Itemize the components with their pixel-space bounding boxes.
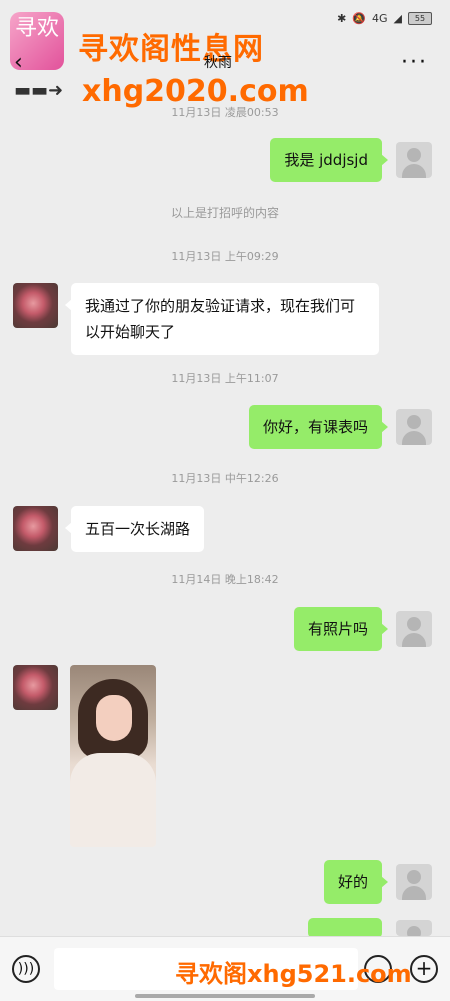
message-bubble-sent[interactable]: 有照片吗 — [293, 607, 389, 651]
system-notice: 以上是打招呼的内容 — [170, 206, 279, 220]
wifi-icon: ◢ — [393, 12, 402, 25]
mute-icon: 🔕 — [352, 12, 366, 25]
my-avatar[interactable] — [396, 920, 432, 936]
status-icons: ✱ 🔕 4G ◢ 55 — [337, 12, 432, 25]
contact-avatar[interactable] — [13, 283, 58, 328]
signal-icon: 4G — [372, 12, 388, 25]
watermark-bottom-text: 寻欢阁xhg521.com — [175, 960, 412, 988]
message-bubble-sent[interactable]: 你好，有课表吗 — [248, 405, 389, 449]
voice-input-icon[interactable]: ))) — [12, 955, 40, 983]
timestamp: 11月13日 上午09:29 — [171, 250, 279, 263]
battery-icon: 55 — [408, 12, 432, 25]
message-bubble-received[interactable]: 我通过了你的朋友验证请求，现在我们可以开始聊天了 — [65, 283, 379, 355]
back-button[interactable]: ‹ — [14, 50, 23, 75]
timestamp: 11月13日 中午12:26 — [171, 472, 279, 485]
contact-name: 秋雨 — [204, 55, 232, 71]
timestamp: 11月14日 晚上18:42 — [171, 573, 279, 586]
watermark-top-text: 寻欢阁性息网 — [78, 32, 264, 67]
contact-avatar[interactable] — [13, 506, 58, 551]
my-avatar[interactable] — [396, 864, 432, 900]
home-indicator — [135, 994, 315, 998]
message-photo[interactable] — [70, 665, 156, 847]
timestamp: 11月13日 凌晨00:53 — [171, 106, 279, 119]
contact-avatar[interactable] — [13, 665, 58, 710]
message-bubble-received[interactable]: 五百一次长湖路 — [64, 506, 205, 552]
plus-icon[interactable]: + — [410, 955, 438, 983]
my-avatar[interactable] — [396, 142, 432, 178]
arrow-right-icon: ▬▬➜ — [14, 80, 64, 101]
my-avatar[interactable] — [396, 611, 432, 647]
message-bubble-sent-partial[interactable] — [308, 918, 382, 938]
message-bubble-sent[interactable]: 好的 — [323, 860, 389, 904]
message-bubble-sent[interactable]: 我是 jddjsjd — [270, 138, 388, 182]
timestamp: 11月13日 上午11:07 — [171, 372, 279, 385]
bluetooth-icon: ✱ — [337, 12, 347, 25]
more-options-button[interactable]: ··· — [401, 50, 428, 75]
my-avatar[interactable] — [396, 409, 432, 445]
